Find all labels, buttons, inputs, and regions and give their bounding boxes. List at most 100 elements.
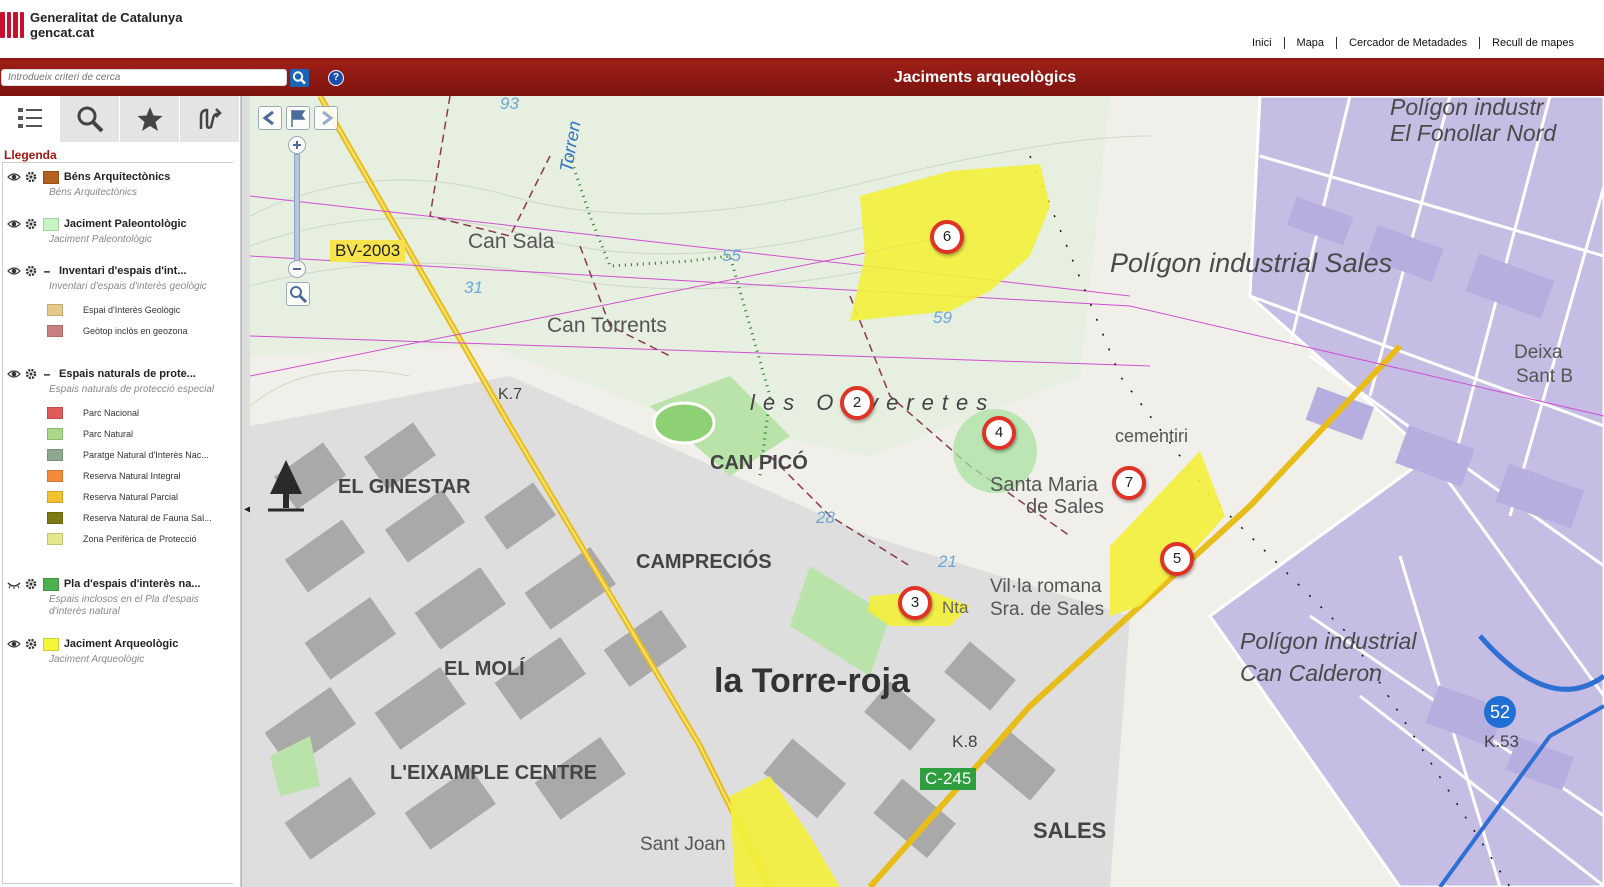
route-icon	[199, 108, 222, 129]
legend-layer-description: Jaciment Arqueològic	[49, 654, 145, 665]
nav-extent-button[interactable]	[286, 106, 310, 130]
place-label: Deixa	[1514, 342, 1563, 363]
tab-route[interactable]	[180, 96, 240, 142]
site-marker-7[interactable]: 7	[1112, 466, 1146, 500]
gear-icon[interactable]	[25, 368, 37, 380]
eye-icon[interactable]	[7, 369, 21, 379]
zoom-slider[interactable]	[294, 154, 300, 266]
nav-recull-mapes[interactable]: Recull de mapes	[1479, 37, 1586, 49]
legend-layer-name[interactable]: Jaciment Arqueològic	[64, 638, 233, 650]
site-marker-5[interactable]: 5	[1160, 542, 1194, 576]
legend-layer: Jaciment Arqueològic Jaciment Arqueològic	[7, 636, 233, 666]
title-bar: ? Jaciments arqueològics	[0, 60, 1604, 96]
top-nav: Inici Mapa Cercador de Metadades Recull …	[1240, 37, 1586, 49]
legend-layer-name[interactable]: Inventari d'espais d'int...	[59, 265, 229, 277]
org-name: Generalitat de Catalunya	[30, 10, 183, 25]
legend-list: Béns Arquitectònics Béns Arquitectònics Ja…	[2, 162, 233, 884]
gear-icon[interactable]	[25, 578, 37, 590]
help-button[interactable]: ?	[328, 70, 344, 86]
area-label: Polígon industr	[1390, 96, 1544, 120]
legend-layer-name[interactable]: Espais naturals de prote...	[59, 368, 229, 380]
site-marker-2[interactable]: 2	[840, 386, 874, 420]
km-label: K.7	[498, 386, 523, 403]
elevation-label: 31	[464, 278, 483, 297]
legend-layer-name[interactable]: Jaciment Paleontològic	[64, 218, 233, 230]
town-label: la Torre-roja	[714, 662, 910, 700]
legend-swatch	[42, 217, 59, 231]
search-button[interactable]	[290, 69, 309, 87]
collapse-icon[interactable]: –	[43, 264, 51, 278]
legend-item-label: Paratge Natural d'Interès Nac...	[83, 449, 209, 460]
legend-layer-name[interactable]: Pla d'espais d'interès na...	[64, 578, 233, 590]
legend-item: Geòtop inclòs en geozona	[47, 320, 233, 341]
legend-swatch	[47, 469, 63, 482]
legend-swatch	[47, 427, 63, 440]
legend-layer-description: Jaciment Paleontològic	[49, 234, 152, 245]
legend-item: Reserva Natural Integral	[47, 465, 233, 486]
place-label: Vil·la romana	[990, 576, 1102, 597]
legend-item: Zona Perifèrica de Protecció	[47, 528, 233, 549]
place-label: de Sales	[1026, 496, 1104, 518]
place-label: Santa Maria	[990, 474, 1098, 496]
magnifier-icon	[290, 286, 308, 304]
legend-swatch	[47, 490, 63, 503]
legend-layer-name[interactable]: Béns Arquitectònics	[64, 171, 233, 183]
site-marker-4[interactable]: 4	[982, 416, 1016, 450]
org-site: gencat.cat	[30, 25, 95, 40]
place-label: Nta	[942, 598, 969, 617]
eye-closed-icon[interactable]	[7, 579, 21, 589]
legend-item-label: Espai d'Interès Geològic	[83, 304, 181, 315]
legend-layer-header: – Inventari d'espais d'int...	[7, 263, 233, 279]
gear-icon[interactable]	[25, 171, 37, 183]
tab-search[interactable]	[60, 96, 120, 142]
legend-item: Paratge Natural d'Interès Nac...	[47, 444, 233, 465]
elevation-label: 55	[722, 246, 741, 265]
place-label: Can Torrents	[547, 314, 667, 337]
site-marker-6[interactable]: 6	[930, 220, 964, 254]
legend-item: Reserva Natural Parcial	[47, 486, 233, 507]
road-label-bv2003: BV-2003	[330, 240, 406, 262]
collapse-icon[interactable]: –	[43, 367, 51, 381]
search-icon	[292, 71, 306, 85]
search-input[interactable]	[1, 69, 287, 86]
nav-forward-button[interactable]	[314, 106, 338, 130]
senyera-icon	[0, 12, 24, 38]
site-marker-3[interactable]: 3	[898, 586, 932, 620]
place-label: Sant B	[1516, 366, 1574, 387]
eye-icon[interactable]	[7, 266, 21, 276]
legend-layer-header: Jaciment Paleontològic	[7, 216, 233, 232]
legend-item: Espai d'Interès Geològic	[47, 299, 233, 320]
zoom-in-button[interactable]	[288, 136, 306, 154]
legend-title: Llegenda	[4, 148, 57, 162]
legend-item-label: Parc Natural	[83, 428, 134, 439]
gear-icon[interactable]	[25, 218, 37, 230]
nav-mapa[interactable]: Mapa	[1283, 37, 1337, 49]
nav-inici[interactable]: Inici	[1240, 37, 1284, 49]
map-canvas[interactable]: BV-2003 C-245 52 Can Sala Can Torrents T…	[250, 96, 1604, 887]
nav-back-button[interactable]	[258, 106, 282, 130]
legend-layer-description: Inventari d'espais d'interès geològic	[49, 281, 207, 292]
legend-swatch	[42, 577, 59, 591]
legend-layer: Jaciment Paleontològic Jaciment Paleontol…	[7, 216, 233, 246]
star-icon	[137, 107, 162, 131]
zoom-out-button[interactable]	[288, 260, 306, 278]
eye-icon[interactable]	[7, 219, 21, 229]
zoom-box-button[interactable]	[286, 282, 310, 306]
eye-icon[interactable]	[7, 172, 21, 182]
eye-icon[interactable]	[7, 639, 21, 649]
search-icon	[77, 106, 103, 133]
generalitat-logo[interactable]: Generalitat de Catalunya gencat.cat	[0, 10, 182, 40]
nav-cercador-metadades[interactable]: Cercador de Metadades	[1336, 37, 1479, 49]
tab-favorites[interactable]	[120, 96, 180, 142]
legend-swatch	[42, 170, 59, 184]
legend-icon	[17, 108, 42, 128]
legend-swatch	[47, 511, 63, 524]
flag-icon	[291, 110, 306, 127]
tab-legend[interactable]	[0, 96, 60, 142]
gear-icon[interactable]	[25, 265, 37, 277]
district-label: EL MOLÍ	[444, 658, 525, 680]
area-label: Polígon industrial	[1240, 628, 1417, 654]
road-label-c245: C-245	[920, 768, 977, 790]
gear-icon[interactable]	[25, 638, 37, 650]
legend-layer-header: Pla d'espais d'interès na...	[7, 576, 233, 592]
